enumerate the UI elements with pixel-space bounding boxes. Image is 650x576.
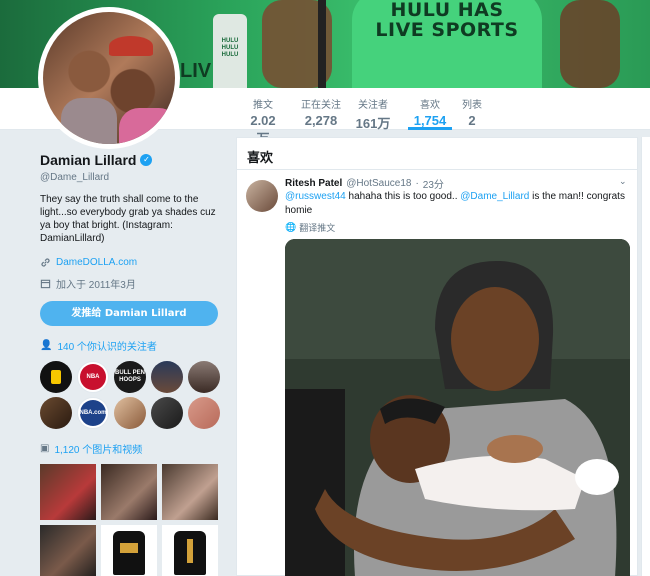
follower-avatar[interactable]: BULL PEN HOOPS xyxy=(114,361,146,393)
tweet-text: @russwest44 hahaha this is too good.. @D… xyxy=(285,190,625,218)
tweet-to-button[interactable]: 发推给 Damian Lillard xyxy=(40,301,218,326)
tweet-photo[interactable] xyxy=(285,239,630,576)
stat-label: 推文 xyxy=(253,100,273,111)
tweet-text-part: hahaha this is too good.. xyxy=(345,191,461,202)
profile-website-row: DameDOLLA.com xyxy=(40,257,222,268)
tshirt-graphic xyxy=(120,543,138,553)
media-thumbnail[interactable] xyxy=(40,525,96,576)
profile-avatar[interactable] xyxy=(38,7,180,149)
avatar-hat xyxy=(109,36,153,56)
likes-timeline: 喜欢 Ritesh Patel @HotSauce18 · 23分 ⌄ @rus… xyxy=(236,137,638,576)
stat-label: 正在关注 xyxy=(301,100,341,111)
tshirt-image xyxy=(174,531,206,575)
photos-videos-header[interactable]: ▣ 1,120 个图片和视频 xyxy=(40,441,222,456)
stat-label: 关注者 xyxy=(358,100,388,111)
calendar-icon xyxy=(40,279,51,289)
media-thumbnail[interactable] xyxy=(162,464,218,520)
banner-bottle-text: HULU HULU HULU xyxy=(221,38,239,58)
followers-you-know-grid: NBA BULL PEN HOOPS NBA.com xyxy=(40,361,222,429)
tweet-mention[interactable]: @russwest44 xyxy=(285,191,346,202)
stat-label: 列表 xyxy=(462,100,482,111)
follower-avatar-badge: NBA.com xyxy=(79,400,107,426)
tweet-author-handle[interactable]: @HotSauce18 xyxy=(346,178,411,189)
profile-sidebar: Damian Lillard ✓ @Dame_Lillard They say … xyxy=(40,152,222,576)
follower-logo-icon xyxy=(51,370,61,384)
tweet-mention[interactable]: @Dame_Lillard xyxy=(460,191,529,202)
tweet-separator: · xyxy=(415,178,419,189)
profile-handle: @Dame_Lillard xyxy=(40,172,110,183)
stat-tweets[interactable]: 推文 2.02万 xyxy=(244,88,282,146)
follower-avatar-text: NBA xyxy=(86,373,100,380)
tweet-author-name[interactable]: Ritesh Patel xyxy=(285,178,342,189)
image-icon: ▣ xyxy=(40,443,50,454)
banner-arm-right xyxy=(560,0,620,88)
tweet-header: Ritesh Patel @HotSauce18 · 23分 xyxy=(285,176,444,191)
profile-joined-row: 加入于 2011年3月 xyxy=(40,276,222,291)
follower-avatar-text: NBA.com xyxy=(79,409,107,416)
tweet-author-avatar[interactable] xyxy=(246,180,278,212)
stat-value: 1,754 xyxy=(413,113,447,128)
chevron-down-icon[interactable]: ⌄ xyxy=(619,176,627,187)
translate-tweet[interactable]: 🌐 翻译推文 xyxy=(285,221,335,234)
stat-likes[interactable]: 喜欢 1,754 xyxy=(408,88,452,130)
followers-you-know-label: 140 个你认识的关注者 xyxy=(57,342,157,353)
banner-bottle: HULU HULU HULU xyxy=(213,14,247,88)
stat-following[interactable]: 正在关注 2,278 xyxy=(300,88,342,130)
profile-name[interactable]: Damian Lillard xyxy=(40,152,136,168)
follower-avatar[interactable]: NBA xyxy=(77,361,109,393)
stat-label: 喜欢 xyxy=(420,100,440,111)
follower-avatar[interactable]: NBA.com xyxy=(77,397,109,429)
follower-avatar[interactable] xyxy=(151,361,183,393)
tweet-timestamp[interactable]: 23分 xyxy=(423,176,444,191)
translate-tweet-label: 翻译推文 xyxy=(299,223,336,233)
profile-joined-date: 加入于 2011年3月 xyxy=(56,280,136,291)
follower-avatar[interactable] xyxy=(188,361,220,393)
likes-title: 喜欢 xyxy=(237,138,637,170)
profile-bio: They say the truth shall come to the lig… xyxy=(40,194,216,244)
photos-videos-label: 1,120 个图片和视频 xyxy=(54,445,143,456)
follower-avatar[interactable] xyxy=(151,397,183,429)
avatar-person-1 xyxy=(61,98,117,144)
right-column-edge xyxy=(641,137,650,576)
banner-side-text: LIV xyxy=(180,60,212,82)
follower-avatar[interactable] xyxy=(188,397,220,429)
avatar-person-2 xyxy=(119,108,175,144)
stat-value: 2,278 xyxy=(304,113,338,128)
media-grid xyxy=(40,464,222,576)
tweet-photo-image xyxy=(285,239,630,576)
person-icon: 👤 xyxy=(40,340,53,351)
media-thumbnail[interactable] xyxy=(101,464,157,520)
globe-icon: 🌐 xyxy=(285,222,297,232)
tshirt-image xyxy=(113,531,145,575)
profile-name-row: Damian Lillard ✓ xyxy=(40,152,222,168)
banner-microphone xyxy=(318,0,326,88)
follower-avatar[interactable] xyxy=(40,397,72,429)
banner-shirt-text: HULU HAS LIVE SPORTS xyxy=(375,0,519,41)
tshirt-graphic xyxy=(187,539,193,563)
media-thumbnail[interactable] xyxy=(162,525,218,576)
media-thumbnail[interactable] xyxy=(40,464,96,520)
stat-followers[interactable]: 关注者 161万 xyxy=(355,88,391,131)
follower-avatar-badge: NBA xyxy=(80,364,106,390)
followers-you-know-header[interactable]: 👤 140 个你认识的关注者 xyxy=(40,338,222,353)
stat-value: 2 xyxy=(468,113,476,128)
stat-value: 161万 xyxy=(355,116,391,131)
stat-lists[interactable]: 列表 2 xyxy=(461,88,483,130)
profile-website-link[interactable]: DameDOLLA.com xyxy=(56,257,137,268)
follower-avatar[interactable] xyxy=(40,361,72,393)
media-thumbnail[interactable] xyxy=(101,525,157,576)
follower-avatar[interactable] xyxy=(114,397,146,429)
link-icon xyxy=(41,258,50,267)
follower-avatar-text: BULL PEN HOOPS xyxy=(115,370,145,383)
verified-badge-icon: ✓ xyxy=(140,154,153,166)
